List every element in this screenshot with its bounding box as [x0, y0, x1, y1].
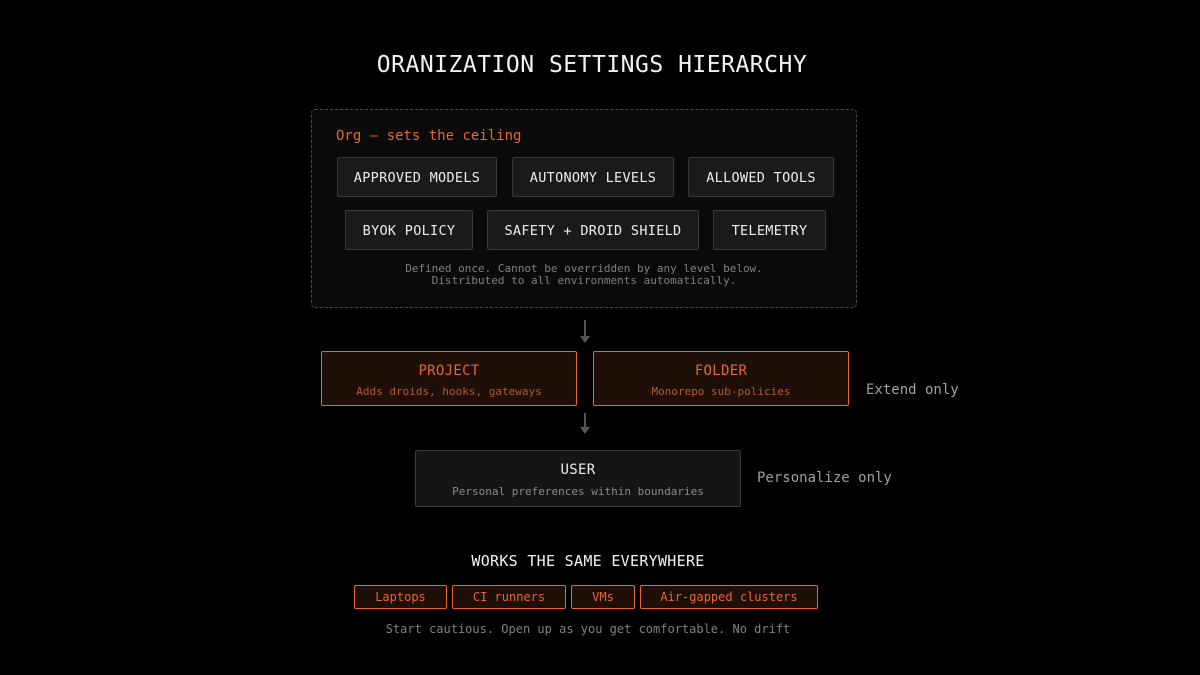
org-label: Org — sets the ceiling: [336, 128, 522, 144]
org-note-line-2: Distributed to all environments automati…: [431, 274, 737, 287]
chip-byok-policy: BYOK POLICY: [345, 210, 473, 250]
folder-subtitle: Monorepo sub-policies: [651, 385, 791, 398]
chip-autonomy-levels: AUTONOMY LEVELS: [512, 157, 674, 197]
project-subtitle: Adds droids, hooks, gateways: [356, 385, 542, 398]
env-laptops: Laptops: [354, 585, 447, 609]
arrow-org-to-project: [580, 320, 590, 343]
chip-safety-droid-shield: SAFETY + DROID SHIELD: [487, 210, 699, 250]
env-vms: VMs: [571, 585, 635, 609]
folder-tier: FOLDER Monorepo sub-policies: [593, 351, 849, 406]
environments-title: WORKS THE SAME EVERYWHERE: [471, 552, 705, 570]
chip-approved-models: APPROVED MODELS: [337, 157, 497, 197]
extend-only-note: Extend only: [866, 382, 959, 398]
user-tier: USER Personal preferences within boundar…: [415, 450, 741, 507]
user-title: USER: [560, 462, 596, 478]
org-note: Defined once. Cannot be overridden by an…: [312, 263, 856, 287]
user-subtitle: Personal preferences within boundaries: [452, 485, 704, 498]
env-air-gapped-clusters: Air-gapped clusters: [640, 585, 818, 609]
footer-tagline: Start cautious. Open up as you get comfo…: [385, 622, 791, 636]
project-title: PROJECT: [418, 363, 480, 379]
personalize-only-note: Personalize only: [757, 470, 892, 486]
chip-allowed-tools: ALLOWED TOOLS: [688, 157, 834, 197]
arrow-project-to-user: [580, 413, 590, 434]
diagram-title: ORANIZATION SETTINGS HIERARCHY: [376, 52, 808, 78]
chip-telemetry: TELEMETRY: [713, 210, 826, 250]
folder-title: FOLDER: [694, 363, 748, 379]
env-ci-runners: CI runners: [452, 585, 566, 609]
project-tier: PROJECT Adds droids, hooks, gateways: [321, 351, 577, 406]
org-settings-box: Org — sets the ceiling APPROVED MODELS A…: [311, 109, 857, 308]
